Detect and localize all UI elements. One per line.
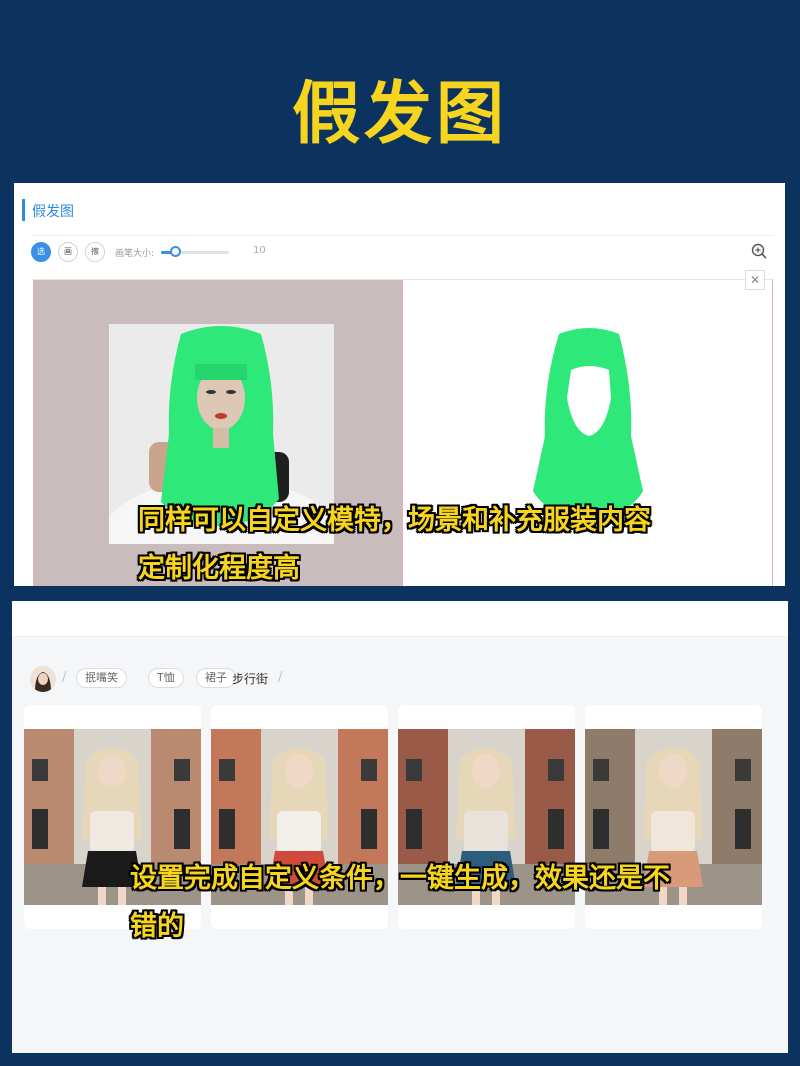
caption-top-line1: 同样可以自定义模特，场景和补充服装内容	[138, 505, 651, 536]
results-topbar	[12, 601, 788, 637]
breadcrumb-separator: /	[62, 670, 67, 685]
close-button[interactable]: ✕	[745, 270, 765, 290]
caption-bottom-line1: 设置完成自定义条件，一键生成，效果还是不	[130, 863, 670, 894]
breadcrumb-separator: /	[278, 670, 283, 685]
draw-tool-button[interactable]: 画	[58, 242, 78, 262]
breadcrumb-tag-skirt[interactable]: 裙子	[196, 668, 236, 688]
editor-header: 假发图	[14, 197, 785, 221]
breadcrumb-tag-tshirt[interactable]: T恤	[148, 668, 184, 688]
editor-toolbar: 选 画 擦 画笔大小: 10	[31, 235, 774, 265]
page-title: 假发图	[291, 75, 508, 154]
caption-bottom-line2: 错的	[130, 911, 184, 942]
brush-size-label: 画笔大小:	[115, 249, 155, 259]
breadcrumb: / 抿嘴笑 T恤 裙子 步行街 /	[30, 666, 730, 692]
editor-title: 假发图	[32, 204, 74, 220]
breadcrumb-current: 步行街	[232, 672, 269, 686]
brush-size-slider-knob[interactable]	[169, 246, 181, 257]
select-tool-button[interactable]: 选	[31, 242, 51, 262]
avatar[interactable]	[30, 666, 56, 692]
brush-size-value: 10	[253, 245, 266, 256]
results-panel: / 抿嘴笑 T恤 裙子 步行街 / 设置完成自定义条件，一键生成，效果还是不 错…	[12, 601, 788, 1053]
header-accent-bar	[22, 199, 25, 221]
breadcrumb-tag-smile[interactable]: 抿嘴笑	[76, 668, 127, 688]
zoom-in-icon[interactable]	[750, 242, 768, 260]
caption-top-line2: 定制化程度高	[138, 553, 300, 584]
erase-tool-button[interactable]: 擦	[85, 242, 105, 262]
wig-editor-panel: 假发图 选 画 擦 画笔大小: 10 ✕ 同样可以自定义模特，场景和补充服装内容…	[14, 183, 785, 586]
